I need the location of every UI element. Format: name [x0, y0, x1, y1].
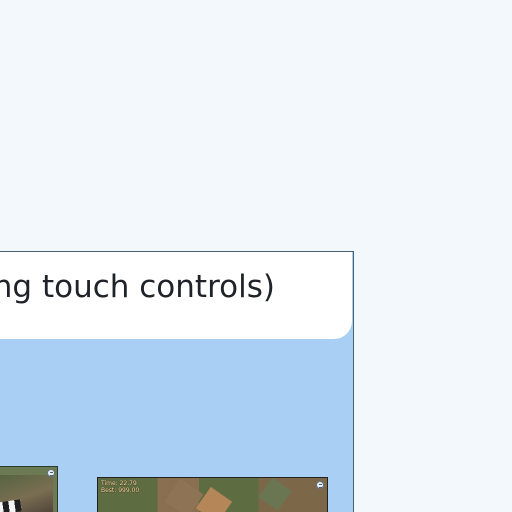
content-panel: ting touch controls) Time: 22.79 Best: 9… — [0, 251, 354, 512]
title-bubble: ting touch controls) — [0, 252, 352, 339]
game-preview-thumbnail[interactable] — [0, 466, 58, 512]
page-title: ting touch controls) — [0, 269, 275, 305]
checkered-road-marker — [0, 499, 22, 512]
race-hud: Time: 22.79 Best: 999.00 — [101, 480, 139, 494]
menu-icon[interactable] — [47, 469, 55, 477]
time-readout: Time: 22.79 — [101, 480, 137, 487]
app-screen: ting touch controls) Time: 22.79 Best: 9… — [0, 0, 512, 512]
best-time-readout: Best: 999.00 — [101, 487, 140, 494]
menu-icon[interactable] — [316, 481, 324, 489]
game-preview-screen[interactable]: Time: 22.79 Best: 999.00 — [97, 477, 328, 512]
